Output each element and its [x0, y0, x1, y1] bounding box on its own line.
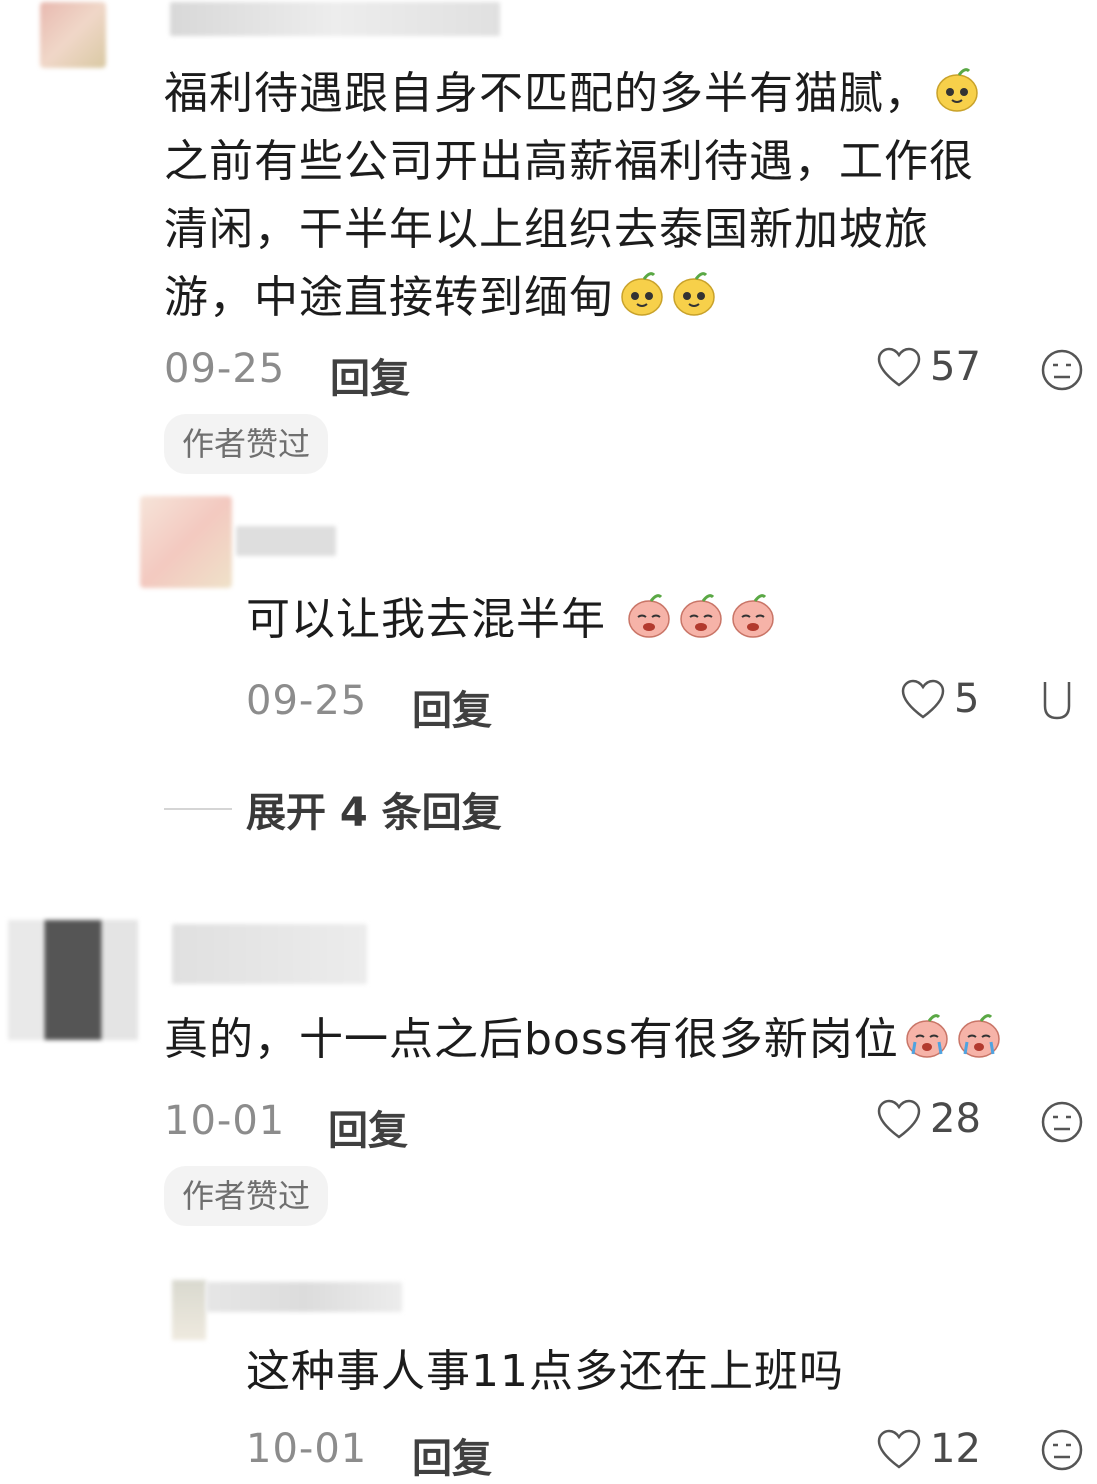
- sweat-emoji-icon: [670, 270, 718, 318]
- author-liked-badge: 作者赞过: [164, 414, 329, 474]
- comment-text: 这种事人事11点多还在上班吗: [246, 1346, 844, 1397]
- comment-text: 真的，十一点之后boss有很多新岗位: [164, 1006, 1003, 1074]
- avatar[interactable]: [172, 1280, 206, 1340]
- reply-button[interactable]: 回复: [328, 1098, 408, 1156]
- sweat-emoji-icon: [933, 66, 981, 114]
- crying-emoji-icon: [955, 1012, 1003, 1060]
- dislike-button[interactable]: [1040, 678, 1074, 726]
- like-count: 28: [930, 1096, 981, 1142]
- reply-button[interactable]: 回复: [330, 346, 410, 404]
- like-button[interactable]: 12: [876, 1426, 981, 1472]
- username-blurred[interactable]: [172, 924, 367, 984]
- divider-line: [164, 808, 232, 810]
- meh-face-icon: [1041, 1429, 1083, 1471]
- comment-date: 09-25: [246, 678, 368, 724]
- expand-replies-button[interactable]: 展开 4 条回复: [164, 780, 502, 838]
- comment-date: 09-25: [164, 346, 286, 392]
- comment-date: 10-01: [164, 1098, 286, 1144]
- author-liked-badge: 作者赞过: [164, 1166, 329, 1226]
- reply-button[interactable]: 回复: [412, 1426, 492, 1484]
- meh-face-icon: [1041, 1101, 1083, 1143]
- sweat-emoji-icon: [618, 270, 666, 318]
- meh-face-icon: [1041, 349, 1083, 391]
- dislike-button[interactable]: [1040, 348, 1084, 396]
- expand-replies-label: 展开 4 条回复: [246, 790, 502, 836]
- username-blurred[interactable]: [206, 1282, 402, 1312]
- heart-outline-icon: [877, 347, 921, 387]
- username-blurred[interactable]: [236, 526, 336, 556]
- avatar[interactable]: [8, 920, 138, 1040]
- crying-emoji-icon: [625, 592, 673, 640]
- like-count: 57: [930, 344, 981, 390]
- like-count: 5: [954, 676, 980, 722]
- heart-outline-icon: [877, 1099, 921, 1139]
- comment-date: 10-01: [246, 1426, 368, 1472]
- meh-face-icon: [1043, 682, 1071, 720]
- like-button[interactable]: 28: [876, 1096, 981, 1142]
- comment-text: 福利待遇跟自身不匹配的多半有猫腻， 之前有些公司开出高薪福利待遇，工作很 清闲，…: [164, 60, 1084, 332]
- heart-outline-icon: [877, 1429, 921, 1469]
- avatar[interactable]: [40, 2, 106, 68]
- like-button[interactable]: 57: [876, 344, 981, 390]
- heart-outline-icon: [901, 679, 945, 719]
- comment-text: 可以让我去混半年: [246, 586, 777, 654]
- username-blurred[interactable]: [170, 2, 500, 36]
- crying-emoji-icon: [903, 1012, 951, 1060]
- dislike-button[interactable]: [1040, 1428, 1084, 1476]
- avatar[interactable]: [140, 496, 232, 588]
- dislike-button[interactable]: [1040, 1100, 1084, 1148]
- like-count: 12: [930, 1426, 981, 1472]
- like-button[interactable]: 5: [900, 676, 979, 722]
- crying-emoji-icon: [729, 592, 777, 640]
- reply-button[interactable]: 回复: [412, 678, 492, 736]
- crying-emoji-icon: [677, 592, 725, 640]
